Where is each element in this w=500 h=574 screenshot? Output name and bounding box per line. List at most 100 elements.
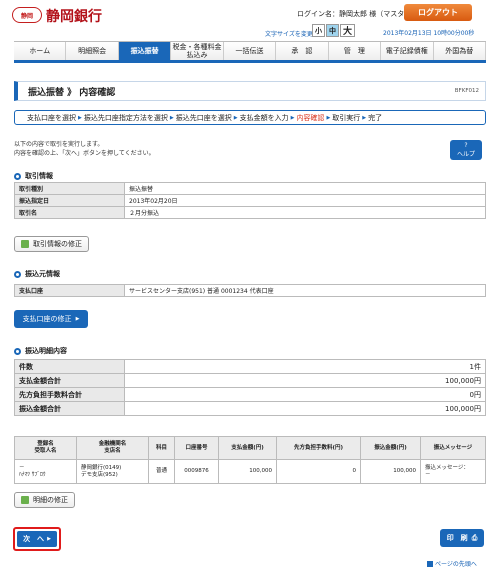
button-label: 明細の修正 (33, 496, 68, 504)
recipient-fee: 0 (276, 459, 361, 484)
step-arrow-icon: ▶ (233, 114, 238, 121)
nav-electronic-bonds[interactable]: 電子記録債権 (381, 42, 434, 60)
step-item: 振込先口座指定方法を選択 (83, 113, 168, 122)
transfer-detail-table: 登録名 受取人名 金融機関名 支店名 科目 口座番号 支払金額(円) 先方負担手… (14, 436, 486, 484)
nav-approval[interactable]: 承 認 (276, 42, 329, 60)
table-row: 取引名 ２月分振込 (14, 206, 486, 219)
bank-logo[interactable]: 静岡 (12, 7, 42, 23)
row-label: 振込金額合計 (14, 401, 125, 416)
button-label: 次 へ (23, 535, 45, 543)
font-size-large-button[interactable]: 大 (340, 24, 355, 37)
edit-trade-info-button[interactable]: 取引情報の修正 (14, 236, 89, 252)
font-size-small-button[interactable]: 小 (312, 24, 325, 37)
intro-text: 以下の内容で取引を実行します。 内容を確認の上、「次へ」ボタンを押してください。 (14, 140, 155, 158)
branch-name-value: デモ支店(952) (81, 471, 118, 478)
column-header: 登録名 受取人名 (14, 436, 77, 460)
step-item: 振込先口座を選択 (175, 113, 232, 122)
source-info-table: 支払口座 サービスセンター支店(951) 普通 0001234 代表口座 (14, 284, 486, 297)
column-header: 金融機関名 支店名 (76, 436, 149, 460)
row-value: 1件 (124, 359, 486, 374)
edit-payment-account-button[interactable]: 支払口座の修正 ▶ (14, 310, 88, 328)
row-value: サービスセンター支店(951) 普通 0001234 代表口座 (124, 284, 486, 297)
font-size-medium-button[interactable]: 中 (326, 24, 339, 37)
cell-registration-name: －ﾊﾅﾏﾂ ｻﾌﾞﾛｳ (14, 459, 77, 484)
step-item-current: 内容確認 (296, 113, 325, 122)
font-size-label: 文字サイズを変更 (265, 31, 313, 38)
row-label: 件数 (14, 359, 125, 374)
nav-transfer[interactable]: 振込振替 (118, 42, 172, 60)
column-header: 支払金額(円) (218, 436, 277, 460)
page-top-link[interactable]: ページの先頭へ (427, 559, 477, 568)
column-header: 振込メッセージ (420, 436, 486, 460)
page-title: 振込振替 》 内容確認 (28, 87, 116, 98)
help-icon: ? (464, 142, 468, 149)
row-label: 振込指定日 (14, 194, 125, 207)
row-label: 取引種別 (14, 182, 125, 195)
section-bullet-icon (14, 172, 21, 180)
nav-foreign-exchange[interactable]: 外国為替 (433, 42, 486, 60)
help-button[interactable]: ? ヘルプ (450, 140, 482, 160)
logo-text: 静岡 (20, 12, 33, 20)
table-row: 支払口座 サービスセンター支店(951) 普通 0001234 代表口座 (14, 284, 486, 297)
section-bullet-icon (14, 347, 21, 355)
progress-steps: 支払口座を選択 ▶ 振込先口座指定方法を選択 ▶ 振込先口座を選択 ▶ 支払金額を入力… (14, 110, 486, 125)
row-value: ２月分振込 (124, 206, 486, 219)
column-header: 先方負担手数料(円) (276, 436, 361, 460)
arrow-up-icon (427, 560, 433, 567)
nav-tax-payment[interactable]: 税金・各種料金払込み (171, 42, 224, 60)
table-row: 振込金額合計 100,000円 (14, 401, 486, 416)
account-number: 0009876 (174, 459, 219, 484)
row-label: 支払口座 (14, 284, 125, 297)
step-item: 取引実行 (332, 113, 361, 122)
row-value: 振込振替 (124, 182, 486, 195)
section-bullet-icon (14, 270, 21, 278)
next-button[interactable]: 次 へ ▶ (13, 527, 61, 551)
row-label: 取引名 (14, 206, 125, 219)
cell-bank: 静岡銀行(0149) デモ支店(952) (76, 459, 149, 484)
button-label: 印 刷 (446, 534, 468, 542)
section-title: 取引情報 (25, 172, 53, 180)
row-label: 先方負担手数料合計 (14, 387, 125, 402)
step-arrow-icon: ▶ (169, 114, 174, 121)
print-button[interactable]: 印 刷 ⎙ (440, 529, 484, 547)
current-datetime: 2013年02月13日 10時00分00秒 (383, 30, 475, 37)
link-label: ページの先頭へ (435, 561, 477, 568)
bank-name-value: 静岡銀行(0149) (81, 464, 122, 471)
nav-statement[interactable]: 明細照会 (66, 42, 119, 60)
cell-message: 振込メッセージ：－ (420, 459, 486, 484)
section-source-info: 振込元情報 (14, 269, 60, 279)
step-item: 支払金額を入力 (239, 113, 289, 122)
section-trade-info: 取引情報 (14, 171, 53, 181)
recipient-name: ﾊﾅﾏﾂ ｻﾌﾞﾛｳ (19, 471, 46, 478)
table-row: 先方負担手数料合計 0円 (14, 387, 486, 402)
intro-line: 内容を確認の上、「次へ」ボタンを押してください。 (14, 150, 155, 157)
table-row: 振込指定日 2013年02月20日 (14, 194, 486, 207)
step-item: 支払口座を選択 (27, 113, 76, 122)
account-type: 普通 (148, 459, 175, 484)
arrow-right-icon: ▶ (75, 316, 80, 322)
table-row: 件数 1件 (14, 359, 486, 374)
section-transfer-detail: 振込明細内容 (14, 346, 67, 356)
nav-management[interactable]: 管 理 (328, 42, 382, 60)
table-header-row: 登録名 受取人名 金融機関名 支店名 科目 口座番号 支払金額(円) 先方負担手… (14, 436, 486, 460)
edit-detail-button[interactable]: 明細の修正 (14, 492, 75, 508)
step-arrow-icon: ▶ (290, 114, 295, 121)
table-row: －ﾊﾅﾏﾂ ｻﾌﾞﾛｳ 静岡銀行(0149) デモ支店(952) 普通 00098… (14, 459, 486, 484)
button-label: 支払口座の修正 (22, 315, 72, 323)
bank-name: 静岡銀行 (46, 9, 102, 25)
message-value: － (425, 471, 431, 478)
column-header: 振込金額(円) (360, 436, 421, 460)
arrow-right-icon: ▶ (47, 536, 51, 542)
button-label: 取引情報の修正 (33, 240, 82, 248)
column-header: 科目 (148, 436, 175, 460)
screen-code: BFKF012 (454, 88, 479, 94)
printer-icon: ⎙ (471, 533, 478, 542)
nav-batch-transmission[interactable]: 一括伝送 (223, 42, 277, 60)
edit-icon (21, 240, 29, 248)
logout-button[interactable]: ログアウト (404, 4, 472, 21)
row-value: 100,000円 (124, 401, 486, 416)
page-title-bar: 振込振替 》 内容確認 BFKF012 (14, 81, 486, 101)
step-arrow-icon: ▶ (326, 114, 331, 121)
trade-info-table: 取引種別 振込振替 振込指定日 2013年02月20日 取引名 ２月分振込 (14, 182, 486, 219)
nav-home[interactable]: ホーム (14, 42, 67, 60)
